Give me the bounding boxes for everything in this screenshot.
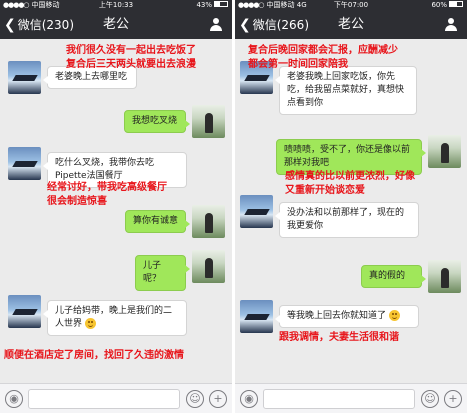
message-bubble[interactable]: 算你有诚意 — [125, 210, 190, 233]
annotation-note: 复合后三天两头就要出去浪漫 — [66, 59, 196, 70]
plus-icon[interactable]: + — [209, 390, 227, 408]
battery-percent: 43% — [196, 1, 212, 9]
message-bubble[interactable]: 我想吃叉烧 — [124, 110, 190, 133]
battery-status: 60% — [431, 0, 463, 11]
wife-avatar[interactable] — [428, 135, 461, 168]
annotation-note: 感情真的比以前更浓烈，好像 — [285, 171, 415, 182]
annotation-note: 很会制造惊喜 — [47, 196, 107, 207]
battery-icon — [449, 1, 463, 7]
wife-avatar[interactable] — [192, 205, 225, 238]
husband-avatar[interactable] — [240, 195, 273, 228]
wife-avatar[interactable] — [428, 260, 461, 293]
input-bar: ◉ ☺ + — [235, 383, 467, 413]
voice-icon[interactable]: ◉ — [240, 390, 258, 408]
voice-icon[interactable]: ◉ — [5, 390, 23, 408]
message-bubble[interactable]: 真的假的 — [361, 265, 426, 288]
input-bar: ◉ ☺ + — [0, 383, 232, 413]
profile-icon[interactable] — [209, 18, 223, 32]
message-list[interactable]: 老婆我晚上回家吃饭，你先吃，给我留点菜就好，真想快点看到你 啧啧啧，受不了，你还… — [235, 39, 467, 383]
chat-header: ❮ 微信(230) 老公 — [0, 11, 232, 39]
message-bubble[interactable]: 儿子给妈带，晚上是我们的二人世界 — [43, 300, 187, 336]
husband-avatar[interactable] — [8, 147, 41, 180]
emoji-icon[interactable]: ☺ — [186, 390, 204, 408]
annotation-note: 复合后晚回家都会汇报，应酬减少 — [248, 45, 398, 56]
emoji-icon[interactable]: ☺ — [421, 390, 439, 408]
left-chat-screen: ●●●●○ 中国移动 上午10:33 43% ❮ 微信(230) 老公 老婆晚上去哪… — [0, 0, 232, 413]
wife-avatar[interactable] — [192, 105, 225, 138]
message-bubble[interactable]: 等我晚上回去你就知道了 — [275, 305, 419, 328]
annotation-note: 我们很久没有一起出去吃饭了 — [66, 45, 196, 56]
message-bubble[interactable]: 没办法和以前那样了，现在的我更爱你 — [275, 202, 419, 238]
plus-icon[interactable]: + — [444, 390, 462, 408]
right-chat-screen: ●●●●○ 中国移动 4G 下午07:00 60% ❮ 微信(266) 老公 老婆我… — [235, 0, 467, 413]
annotation-note: 都会第一时间回家陪我 — [248, 59, 348, 70]
status-bar: ●●●●○ 中国移动 上午10:33 43% — [0, 0, 232, 11]
annotation-note: 又重新开始谈恋爱 — [285, 185, 365, 196]
husband-avatar[interactable] — [240, 300, 273, 333]
message-bubble[interactable]: 儿子呢？ — [135, 255, 190, 291]
message-input[interactable] — [28, 389, 180, 409]
husband-avatar[interactable] — [8, 61, 41, 94]
status-bar: ●●●●○ 中国移动 4G 下午07:00 60% — [235, 0, 467, 11]
smile-emoji-icon — [388, 310, 400, 321]
annotation-note: 顺便在酒店定了房间，找回了久违的激情 — [4, 350, 184, 361]
battery-icon — [214, 1, 228, 7]
profile-icon[interactable] — [444, 18, 458, 32]
battery-status: 43% — [196, 0, 228, 11]
annotation-note: 跟我调情，夫妻生活很和谐 — [279, 332, 399, 343]
message-list[interactable]: 老婆晚上去哪里吃 我想吃叉烧 吃什么叉烧，我带你去吃Pipette法国餐厅 算你… — [0, 39, 232, 383]
battery-percent: 60% — [431, 1, 447, 9]
message-input[interactable] — [263, 389, 415, 409]
chat-title: 老公 — [337, 17, 364, 32]
chat-title: 老公 — [102, 17, 129, 32]
wife-avatar[interactable] — [192, 250, 225, 283]
annotation-note: 经常讨好，带我吃高级餐厅 — [47, 182, 167, 193]
message-bubble[interactable]: 老婆我晚上回家吃饭，你先吃，给我留点菜就好，真想快点看到你 — [275, 66, 417, 115]
husband-avatar[interactable] — [8, 295, 41, 328]
smile-emoji-icon — [84, 318, 96, 329]
chat-header: ❮ 微信(266) 老公 — [235, 11, 467, 39]
